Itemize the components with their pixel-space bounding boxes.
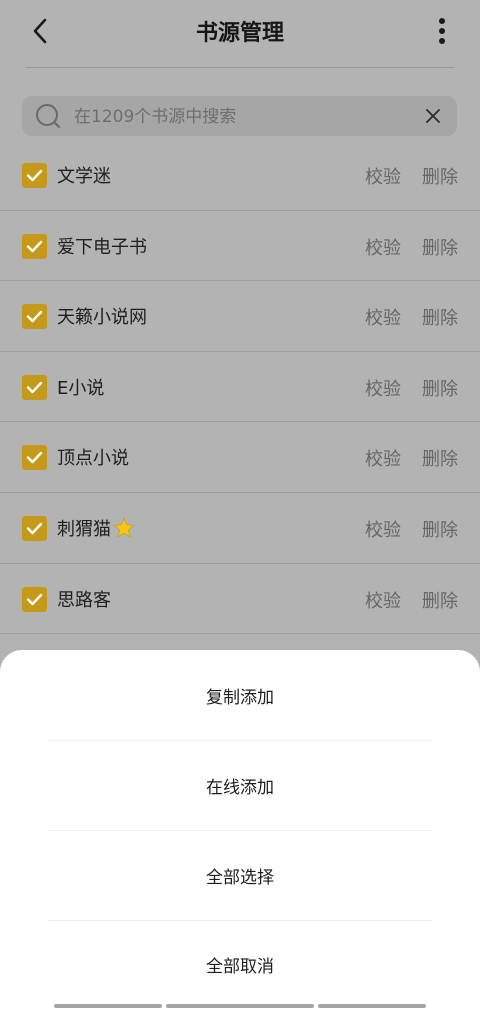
list-item[interactable]: 刺猬猫 校验 删除 — [0, 493, 480, 564]
header-divider — [26, 67, 454, 68]
header: 书源管理 — [0, 0, 480, 64]
copy-add-option[interactable]: 复制添加 — [48, 651, 432, 740]
source-name-text: 顶点小说 — [57, 448, 129, 470]
select-all-option[interactable]: 全部选择 — [48, 831, 432, 920]
delete-button[interactable]: 删除 — [422, 234, 458, 260]
check-icon — [26, 522, 43, 535]
delete-button[interactable]: 删除 — [422, 445, 458, 471]
check-icon — [26, 381, 43, 393]
list-item[interactable]: E小说 校验 删除 — [0, 352, 480, 423]
check-icon — [26, 169, 43, 182]
verify-button[interactable]: 校验 — [365, 163, 401, 189]
list-item[interactable]: 天籁小说网 校验 删除 — [0, 281, 480, 352]
verify-button[interactable]: 校验 — [365, 516, 401, 542]
delete-button[interactable]: 删除 — [422, 163, 458, 189]
bottom-nav-hint — [0, 1004, 480, 1009]
delete-button[interactable]: 删除 — [422, 375, 458, 401]
list-item[interactable]: 文学迷 校验 删除 — [0, 140, 480, 211]
verify-button[interactable]: 校验 — [365, 375, 401, 401]
source-name-text: 文学迷 — [57, 166, 111, 187]
nav-bar-segment — [318, 1004, 426, 1008]
checkbox[interactable] — [22, 445, 47, 471]
check-icon — [26, 310, 43, 323]
verify-button[interactable]: 校验 — [365, 234, 401, 260]
online-add-option[interactable]: 在线添加 — [48, 741, 432, 830]
check-icon — [26, 240, 43, 252]
search-bar — [22, 96, 457, 136]
list-item[interactable]: 思路客 校验 删除 — [0, 564, 480, 635]
source-name: 天籁小说网 — [57, 303, 147, 329]
checkbox[interactable] — [22, 163, 47, 188]
nav-bar-segment — [54, 1004, 162, 1008]
list-item[interactable]: 顶点小说 校验 删除 — [0, 422, 480, 493]
verify-button[interactable]: 校验 — [365, 304, 401, 330]
checkbox[interactable] — [22, 515, 47, 541]
bottom-sheet: 复制添加 在线添加 全部选择 全部取消 — [0, 650, 480, 1009]
book-source-list: 文学迷 校验 删除 爱下电子书 校验 删除 天籁小说网 校验 删除 E小说 校验… — [0, 140, 480, 634]
nav-bar-segment — [166, 1004, 314, 1008]
source-name: 顶点小说 — [57, 444, 129, 470]
check-icon — [26, 593, 43, 605]
source-name: E小说 — [57, 374, 104, 400]
screen: 书源管理 文学迷 校验 删除 — [0, 0, 480, 1009]
check-icon — [26, 452, 43, 464]
delete-button[interactable]: 删除 — [422, 516, 458, 542]
source-name-text: 天籁小说网 — [57, 307, 147, 329]
source-name-text: 爱下电子书 — [57, 236, 147, 258]
checkbox[interactable] — [22, 374, 47, 400]
checkbox[interactable] — [22, 233, 47, 259]
source-name-text: E小说 — [57, 377, 105, 399]
close-icon — [426, 109, 440, 123]
clear-search-button[interactable] — [419, 102, 447, 130]
more-button[interactable] — [428, 14, 456, 48]
more-vertical-icon — [439, 18, 445, 44]
deselect-all-option[interactable]: 全部取消 — [48, 920, 432, 1009]
source-name: 爱下电子书 — [57, 233, 147, 259]
source-name: 刺猬猫 — [57, 515, 135, 541]
source-name: 思路客 — [57, 586, 111, 612]
source-name-text: 思路客 — [57, 589, 111, 611]
delete-button[interactable]: 删除 — [422, 304, 458, 330]
list-item[interactable]: 爱下电子书 校验 删除 — [0, 211, 480, 282]
star-icon — [113, 517, 135, 538]
search-input[interactable] — [72, 101, 406, 133]
checkbox[interactable] — [22, 586, 47, 612]
page-title: 书源管理 — [195, 21, 284, 46]
checkbox[interactable] — [22, 304, 47, 330]
verify-button[interactable]: 校验 — [365, 445, 401, 471]
source-name: 文学迷 — [57, 162, 111, 188]
verify-button[interactable]: 校验 — [365, 587, 401, 613]
source-name-text: 刺猬猫 — [57, 518, 111, 540]
delete-button[interactable]: 删除 — [422, 587, 458, 613]
search-icon — [36, 104, 60, 128]
